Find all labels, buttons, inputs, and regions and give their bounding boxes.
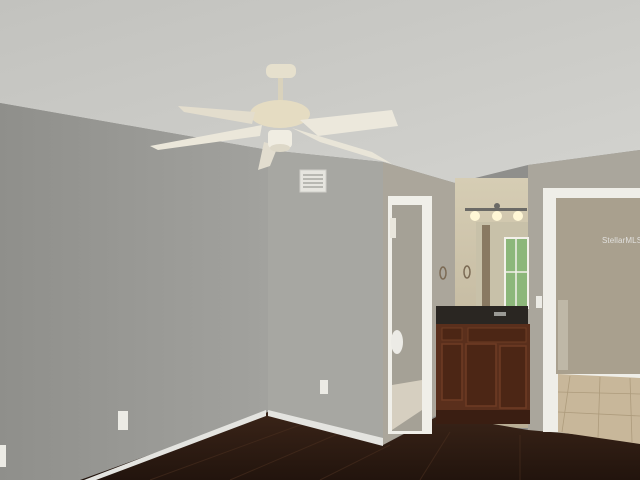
center-wall bbox=[268, 150, 383, 445]
room-illustration bbox=[0, 0, 640, 480]
toilet bbox=[391, 330, 403, 354]
left-wall bbox=[0, 103, 268, 480]
watermark: StellarMLS bbox=[602, 236, 640, 245]
wall-outlet-left bbox=[118, 411, 128, 430]
wall-outlet-center bbox=[320, 380, 328, 394]
countertop bbox=[436, 306, 528, 326]
room-photo: StellarMLS bbox=[0, 0, 640, 480]
ceiling-vent bbox=[299, 169, 327, 193]
right-room bbox=[556, 198, 640, 374]
